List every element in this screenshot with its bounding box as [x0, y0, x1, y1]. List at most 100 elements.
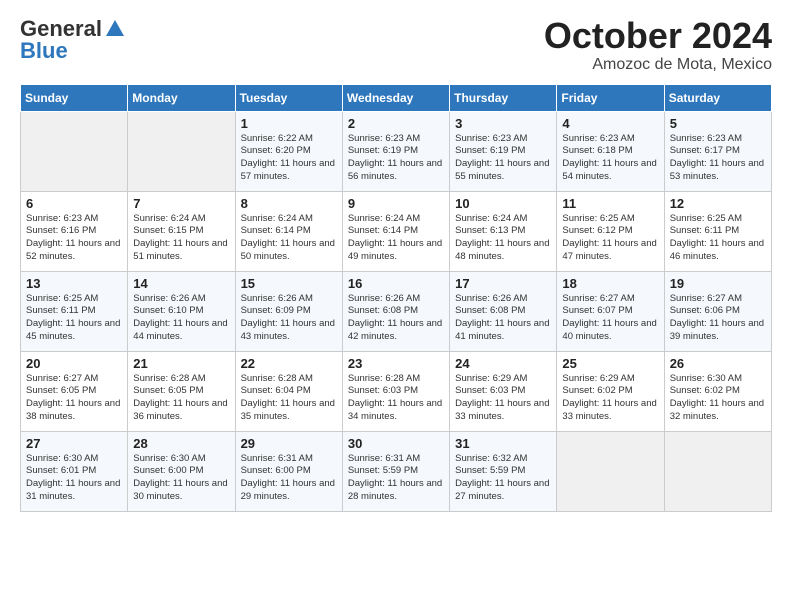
calendar-cell: 3 Sunrise: 6:23 AMSunset: 6:19 PMDaylight… [450, 111, 557, 191]
calendar-cell [128, 111, 235, 191]
day-number: 29 [241, 436, 337, 451]
calendar-cell: 12 Sunrise: 6:25 AMSunset: 6:11 PMDayligh… [664, 191, 771, 271]
header-day-wednesday: Wednesday [342, 84, 449, 111]
cell-info: Sunrise: 6:31 AMSunset: 6:00 PMDaylight:… [241, 453, 337, 504]
calendar-cell [664, 431, 771, 511]
calendar-cell: 10Sunrise: 6:24 AMSunset: 6:13 PMDayligh… [450, 191, 557, 271]
calendar-cell: 27 Sunrise: 6:30 AMSunset: 6:01 PMDayligh… [21, 431, 128, 511]
calendar-cell: 15 Sunrise: 6:26 AMSunset: 6:09 PMDayligh… [235, 271, 342, 351]
week-row-5: 27 Sunrise: 6:30 AMSunset: 6:01 PMDayligh… [21, 431, 772, 511]
day-number: 25 [562, 356, 658, 371]
day-number: 11 [562, 196, 658, 211]
day-number: 12 [670, 196, 766, 211]
day-number: 9 [348, 196, 444, 211]
day-number: 13 [26, 276, 122, 291]
day-number: 5 [670, 116, 766, 131]
calendar-cell [21, 111, 128, 191]
calendar-cell: 6 Sunrise: 6:23 AMSunset: 6:16 PMDaylight… [21, 191, 128, 271]
cell-info: Sunrise: 6:29 AMSunset: 6:03 PMDaylight:… [455, 373, 551, 424]
calendar-cell: 25 Sunrise: 6:29 AMSunset: 6:02 PMDayligh… [557, 351, 664, 431]
header-row: SundayMondayTuesdayWednesdayThursdayFrid… [21, 84, 772, 111]
cell-info: Sunrise: 6:22 AMSunset: 6:20 PMDaylight:… [241, 133, 337, 184]
day-number: 26 [670, 356, 766, 371]
day-number: 24 [455, 356, 551, 371]
cell-info: Sunrise: 6:24 AMSunset: 6:14 PMDaylight:… [241, 213, 337, 264]
calendar-cell [557, 431, 664, 511]
calendar-cell: 18 Sunrise: 6:27 AMSunset: 6:07 PMDayligh… [557, 271, 664, 351]
month-title: October 2024 [544, 16, 772, 56]
day-number: 22 [241, 356, 337, 371]
day-number: 21 [133, 356, 229, 371]
week-row-1: 1Sunrise: 6:22 AMSunset: 6:20 PMDaylight… [21, 111, 772, 191]
calendar-cell: 16Sunrise: 6:26 AMSunset: 6:08 PMDayligh… [342, 271, 449, 351]
day-number: 4 [562, 116, 658, 131]
calendar-cell: 4 Sunrise: 6:23 AMSunset: 6:18 PMDaylight… [557, 111, 664, 191]
day-number: 19 [670, 276, 766, 291]
calendar-cell: 22 Sunrise: 6:28 AMSunset: 6:04 PMDayligh… [235, 351, 342, 431]
cell-info: Sunrise: 6:26 AMSunset: 6:10 PMDaylight:… [133, 293, 229, 344]
calendar-cell: 26 Sunrise: 6:30 AMSunset: 6:02 PMDayligh… [664, 351, 771, 431]
calendar-cell: 30 Sunrise: 6:31 AMSunset: 5:59 PMDayligh… [342, 431, 449, 511]
cell-info: Sunrise: 6:26 AMSunset: 6:08 PMDaylight:… [455, 293, 551, 344]
cell-info: Sunrise: 6:27 AMSunset: 6:05 PMDaylight:… [26, 373, 122, 424]
cell-info: Sunrise: 6:25 AMSunset: 6:11 PMDaylight:… [26, 293, 122, 344]
title-block: October 2024 Amozoc de Mota, Mexico [544, 16, 772, 74]
calendar-cell: 13 Sunrise: 6:25 AMSunset: 6:11 PMDayligh… [21, 271, 128, 351]
cell-info: Sunrise: 6:25 AMSunset: 6:11 PMDaylight:… [670, 213, 766, 264]
calendar-cell: 2Sunrise: 6:23 AMSunset: 6:19 PMDaylight… [342, 111, 449, 191]
day-number: 23 [348, 356, 444, 371]
calendar-cell: 5 Sunrise: 6:23 AMSunset: 6:17 PMDaylight… [664, 111, 771, 191]
day-number: 16 [348, 276, 444, 291]
day-number: 14 [133, 276, 229, 291]
cell-info: Sunrise: 6:30 AMSunset: 6:02 PMDaylight:… [670, 373, 766, 424]
cell-info: Sunrise: 6:23 AMSunset: 6:18 PMDaylight:… [562, 133, 658, 184]
day-number: 31 [455, 436, 551, 451]
day-number: 6 [26, 196, 122, 211]
calendar-table: SundayMondayTuesdayWednesdayThursdayFrid… [20, 84, 772, 512]
cell-info: Sunrise: 6:23 AMSunset: 6:17 PMDaylight:… [670, 133, 766, 184]
header-day-sunday: Sunday [21, 84, 128, 111]
logo-blue-text: Blue [20, 38, 68, 64]
calendar-cell: 29 Sunrise: 6:31 AMSunset: 6:00 PMDayligh… [235, 431, 342, 511]
calendar-cell: 28 Sunrise: 6:30 AMSunset: 6:00 PMDayligh… [128, 431, 235, 511]
calendar-cell: 21Sunrise: 6:28 AMSunset: 6:05 PMDayligh… [128, 351, 235, 431]
day-number: 28 [133, 436, 229, 451]
logo-icon [104, 18, 126, 40]
header-day-friday: Friday [557, 84, 664, 111]
page-header: General Blue October 2024 Amozoc de Mota… [20, 16, 772, 74]
cell-info: Sunrise: 6:23 AMSunset: 6:16 PMDaylight:… [26, 213, 122, 264]
cell-info: Sunrise: 6:27 AMSunset: 6:06 PMDaylight:… [670, 293, 766, 344]
cell-info: Sunrise: 6:26 AMSunset: 6:09 PMDaylight:… [241, 293, 337, 344]
cell-info: Sunrise: 6:24 AMSunset: 6:13 PMDaylight:… [455, 213, 551, 264]
day-number: 30 [348, 436, 444, 451]
cell-info: Sunrise: 6:31 AMSunset: 5:59 PMDaylight:… [348, 453, 444, 504]
calendar-cell: 24 Sunrise: 6:29 AMSunset: 6:03 PMDayligh… [450, 351, 557, 431]
day-number: 3 [455, 116, 551, 131]
cell-info: Sunrise: 6:24 AMSunset: 6:15 PMDaylight:… [133, 213, 229, 264]
cell-info: Sunrise: 6:29 AMSunset: 6:02 PMDaylight:… [562, 373, 658, 424]
header-day-thursday: Thursday [450, 84, 557, 111]
cell-info: Sunrise: 6:28 AMSunset: 6:04 PMDaylight:… [241, 373, 337, 424]
cell-info: Sunrise: 6:30 AMSunset: 6:01 PMDaylight:… [26, 453, 122, 504]
calendar-cell: 20Sunrise: 6:27 AMSunset: 6:05 PMDayligh… [21, 351, 128, 431]
day-number: 18 [562, 276, 658, 291]
calendar-cell: 7 Sunrise: 6:24 AMSunset: 6:15 PMDaylight… [128, 191, 235, 271]
cell-info: Sunrise: 6:30 AMSunset: 6:00 PMDaylight:… [133, 453, 229, 504]
calendar-cell: 14 Sunrise: 6:26 AMSunset: 6:10 PMDayligh… [128, 271, 235, 351]
calendar-cell: 19 Sunrise: 6:27 AMSunset: 6:06 PMDayligh… [664, 271, 771, 351]
cell-info: Sunrise: 6:28 AMSunset: 6:03 PMDaylight:… [348, 373, 444, 424]
calendar-cell: 11Sunrise: 6:25 AMSunset: 6:12 PMDayligh… [557, 191, 664, 271]
header-day-tuesday: Tuesday [235, 84, 342, 111]
calendar-cell: 9 Sunrise: 6:24 AMSunset: 6:14 PMDaylight… [342, 191, 449, 271]
day-number: 15 [241, 276, 337, 291]
day-number: 8 [241, 196, 337, 211]
cell-info: Sunrise: 6:27 AMSunset: 6:07 PMDaylight:… [562, 293, 658, 344]
calendar-cell: 23 Sunrise: 6:28 AMSunset: 6:03 PMDayligh… [342, 351, 449, 431]
cell-info: Sunrise: 6:23 AMSunset: 6:19 PMDaylight:… [455, 133, 551, 184]
cell-info: Sunrise: 6:24 AMSunset: 6:14 PMDaylight:… [348, 213, 444, 264]
header-day-saturday: Saturday [664, 84, 771, 111]
header-day-monday: Monday [128, 84, 235, 111]
calendar-cell: 31Sunrise: 6:32 AMSunset: 5:59 PMDayligh… [450, 431, 557, 511]
day-number: 7 [133, 196, 229, 211]
day-number: 27 [26, 436, 122, 451]
